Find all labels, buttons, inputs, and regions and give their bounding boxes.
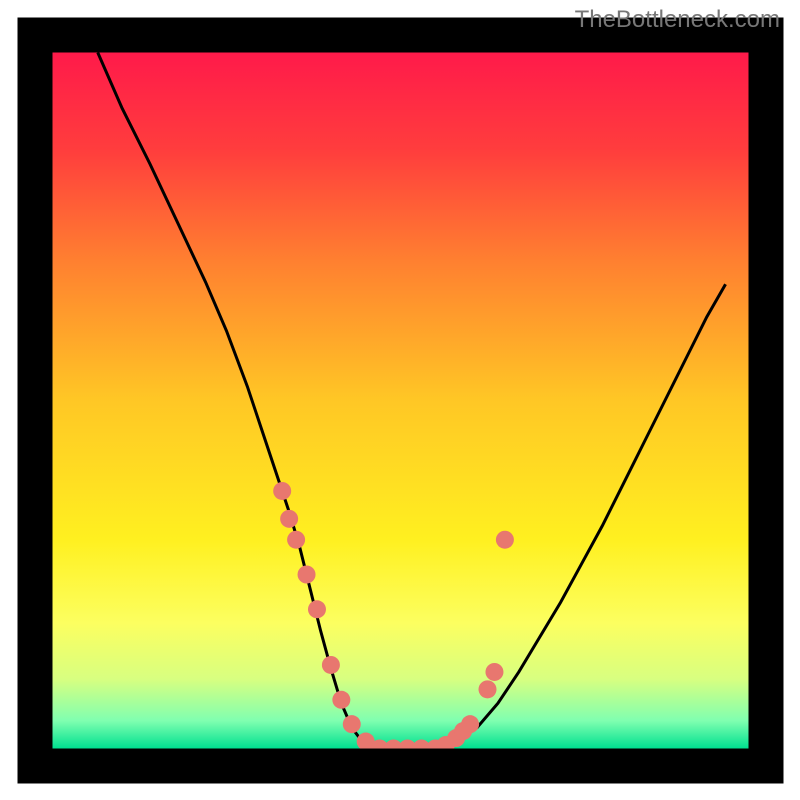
gradient-background bbox=[53, 53, 749, 749]
curve-marker bbox=[322, 656, 340, 674]
watermark-text: TheBottleneck.com bbox=[575, 6, 780, 34]
curve-marker bbox=[287, 531, 305, 549]
bottleneck-chart: TheBottleneck.com bbox=[0, 0, 800, 800]
chart-canvas bbox=[0, 0, 800, 800]
curve-marker bbox=[273, 482, 291, 500]
curve-marker bbox=[332, 691, 350, 709]
curve-marker bbox=[280, 510, 298, 528]
curve-marker bbox=[343, 715, 361, 733]
curve-marker bbox=[485, 663, 503, 681]
curve-marker bbox=[308, 600, 326, 618]
curve-marker bbox=[496, 531, 514, 549]
curve-marker bbox=[298, 566, 316, 584]
curve-marker bbox=[479, 680, 497, 698]
curve-marker bbox=[461, 715, 479, 733]
